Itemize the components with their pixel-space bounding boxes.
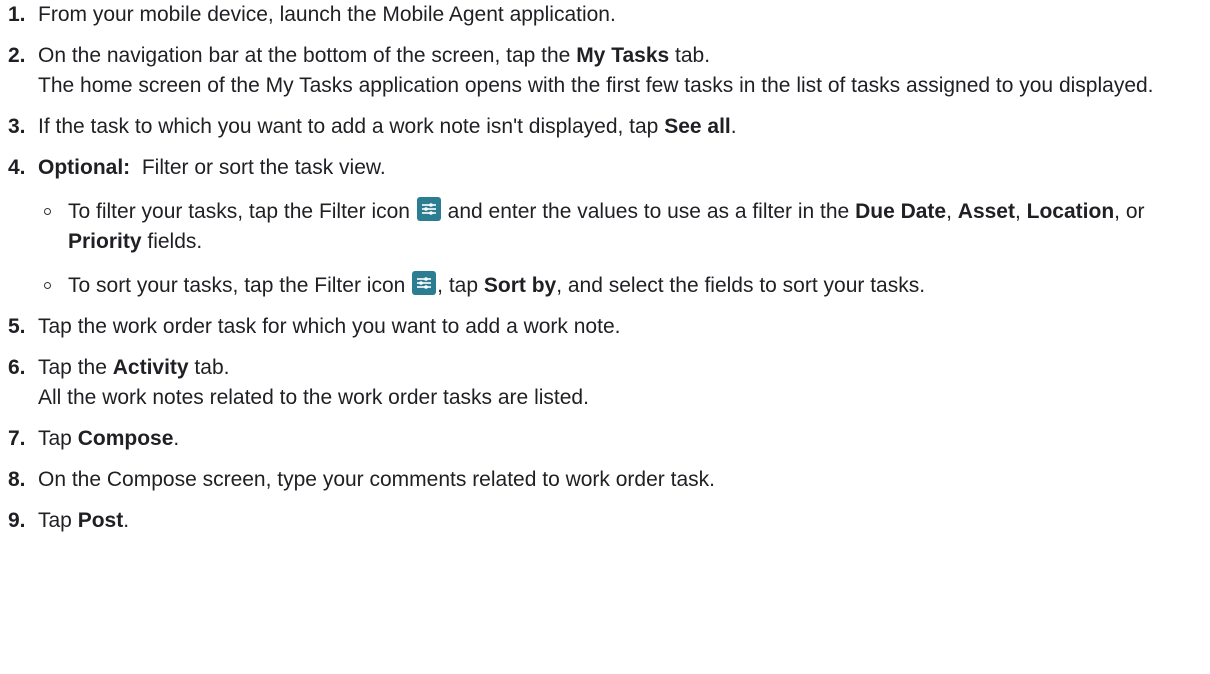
sub-step-text: , and select the fields to sort your tas… (556, 274, 926, 297)
step-text: tab. (188, 356, 230, 379)
step-text: . (123, 509, 130, 532)
step-9: 9. Tap Post. (8, 506, 1210, 536)
step-number: 7. (8, 427, 26, 450)
step-result: The home screen of the My Tasks applicat… (38, 74, 1154, 97)
step-number: 3. (8, 115, 26, 138)
step-text: If the task to which you want to add a w… (38, 115, 665, 138)
separator: , or (1114, 200, 1145, 223)
step-5: 5. Tap the work order task for which you… (8, 312, 1210, 342)
step-number: 4. (8, 156, 26, 179)
step-text: On the Compose screen, type your comment… (38, 468, 715, 491)
asset-label: Asset (957, 200, 1015, 223)
step-text: Tap the work order task for which you wa… (38, 315, 621, 338)
sub-step-filter: To filter your tasks, tap the Filter ico… (40, 197, 1210, 257)
priority-label: Priority (68, 230, 142, 253)
sub-step-text: To filter your tasks, tap the Filter ico… (68, 200, 410, 223)
filter-icon (412, 271, 437, 295)
step-7: 7. Tap Compose. (8, 424, 1210, 454)
step-result: All the work notes related to the work o… (38, 386, 589, 409)
sub-steps-list: To filter your tasks, tap the Filter ico… (38, 197, 1210, 301)
step-text: Tap (38, 509, 78, 532)
step-number: 9. (8, 509, 26, 532)
step-number: 6. (8, 356, 26, 379)
step-2: 2. On the navigation bar at the bottom o… (8, 41, 1210, 101)
step-number: 8. (8, 468, 26, 491)
step-text: tab. (669, 44, 711, 67)
step-text: . (730, 115, 737, 138)
sort-by-label: Sort by (483, 274, 557, 297)
step-8: 8. On the Compose screen, type your comm… (8, 465, 1210, 495)
step-number: 2. (8, 44, 26, 67)
procedure-document: 1. From your mobile device, launch the M… (0, 0, 1210, 536)
sub-step-text: and enter the values to use as a filter … (441, 200, 856, 223)
step-number: 5. (8, 315, 26, 338)
sub-step-sort: To sort your tasks, tap the Filter icon … (40, 271, 1210, 301)
step-3: 3. If the task to which you want to add … (8, 112, 1210, 142)
step-text: . (173, 427, 180, 450)
sub-step-text: , tap (437, 274, 484, 297)
filter-icon (416, 197, 441, 221)
bullet-icon (44, 282, 51, 289)
activity-label: Activity (112, 356, 189, 379)
step-text: From your mobile device, launch the Mobi… (38, 3, 616, 26)
step-number: 1. (8, 3, 26, 26)
bullet-icon (44, 208, 51, 215)
step-text: Filter or sort the task view. (130, 156, 386, 179)
step-text: On the navigation bar at the bottom of t… (38, 44, 577, 67)
separator: , (1014, 200, 1027, 223)
optional-label: Optional: (38, 156, 131, 179)
sub-step-text: fields. (141, 230, 203, 253)
compose-label: Compose (77, 427, 174, 450)
separator: , (946, 200, 958, 223)
due-date-label: Due Date (855, 200, 947, 223)
sub-step-text: To sort your tasks, tap the Filter icon (68, 274, 406, 297)
step-text: Tap the (38, 356, 113, 379)
step-6: 6. Tap the Activity tab. All the work no… (8, 353, 1210, 413)
location-label: Location (1026, 200, 1115, 223)
see-all-label: See all (664, 115, 731, 138)
post-label: Post (77, 509, 124, 532)
steps-list: 1. From your mobile device, launch the M… (8, 0, 1210, 536)
step-text: Tap (38, 427, 78, 450)
my-tasks-label: My Tasks (576, 44, 670, 67)
step-1: 1. From your mobile device, launch the M… (8, 0, 1210, 30)
step-4: 4. Optional: Filter or sort the task vie… (8, 153, 1210, 301)
